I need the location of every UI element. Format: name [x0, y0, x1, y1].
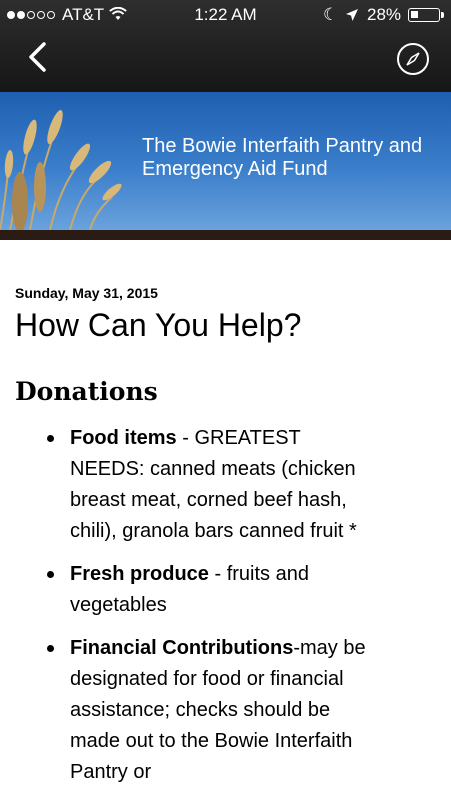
list-item: Fresh produce - fruits and vegetables	[0, 559, 370, 621]
moon-icon: ☾	[323, 5, 339, 24]
list-item-title: Food items	[70, 427, 177, 449]
compass-button[interactable]	[395, 41, 431, 77]
battery-percentage: 28%	[367, 5, 402, 24]
site-banner: The Bowie Interfaith Pantry and Emergenc…	[0, 92, 451, 230]
donation-list: Food items - GREATEST NEEDS: canned meat…	[0, 423, 451, 800]
back-button[interactable]	[24, 40, 54, 74]
list-item: Financial Contributions-may be designate…	[0, 633, 370, 788]
section-heading: Donations	[15, 377, 158, 406]
wheat-image	[0, 109, 122, 230]
post-date: Sunday, May 31, 2015	[15, 285, 158, 301]
battery-fill	[411, 11, 418, 18]
top-bar: AT&T 1:22 AM ☾ 28%	[0, 0, 451, 92]
post-title: How Can You Help?	[15, 307, 302, 343]
list-item-title: Financial Contributions	[70, 637, 294, 659]
banner-title: The Bowie Interfaith Pantry and Emergenc…	[142, 135, 423, 180]
status-bar: AT&T 1:22 AM ☾ 28%	[0, 0, 451, 30]
list-item: Food items - GREATEST NEEDS: canned meat…	[0, 423, 370, 547]
banner-divider	[0, 230, 451, 240]
location-arrow-icon	[346, 9, 358, 21]
battery-icon	[408, 8, 444, 22]
list-item-title: Fresh produce	[70, 563, 209, 585]
